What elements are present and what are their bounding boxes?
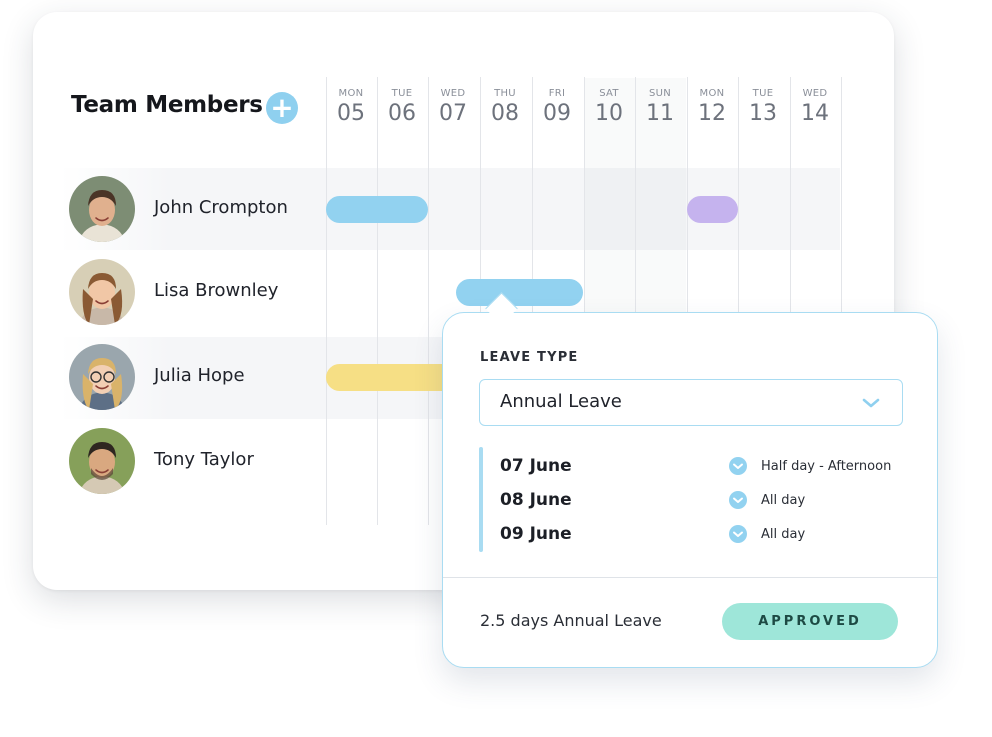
chevron-check-icon[interactable] — [729, 525, 747, 543]
day-name: TUE — [391, 88, 413, 99]
member-name[interactable]: Tony Taylor — [154, 449, 254, 470]
day-number: 08 — [491, 101, 519, 126]
member-name[interactable]: Lisa Brownley — [154, 280, 278, 301]
avatar[interactable] — [69, 176, 135, 242]
day-number: 11 — [646, 101, 674, 126]
team-members-title: Team Members — [71, 92, 263, 118]
day-header[interactable]: WED 07 — [428, 88, 478, 126]
leave-date: 09 June — [500, 524, 572, 544]
day-name: SAT — [599, 88, 619, 99]
avatar[interactable] — [69, 259, 135, 325]
chevron-check-icon[interactable] — [729, 457, 747, 475]
day-number: 09 — [543, 101, 571, 126]
day-name: MON — [699, 88, 725, 99]
day-number: 10 — [595, 101, 623, 126]
add-member-button[interactable]: + — [266, 92, 298, 124]
chevron-down-icon — [862, 394, 880, 413]
member-name[interactable]: Julia Hope — [154, 365, 245, 386]
leave-date: 07 June — [500, 456, 572, 476]
day-header[interactable]: SAT 10 — [584, 88, 634, 126]
leave-type-value: Annual Leave — [500, 391, 622, 412]
chevron-check-icon[interactable] — [729, 491, 747, 509]
column-divider — [377, 77, 378, 525]
column-divider — [326, 77, 327, 525]
day-name: THU — [494, 88, 516, 99]
day-number: 14 — [801, 101, 829, 126]
day-header[interactable]: MON 12 — [687, 88, 737, 126]
column-divider — [428, 77, 429, 525]
day-number: 13 — [749, 101, 777, 126]
date-list-rail — [479, 447, 483, 552]
leave-summary: 2.5 days Annual Leave — [480, 611, 662, 630]
day-name: WED — [440, 88, 466, 99]
day-name: MON — [338, 88, 364, 99]
day-number: 05 — [337, 101, 365, 126]
day-number: 06 — [388, 101, 416, 126]
day-number: 07 — [439, 101, 467, 126]
avatar[interactable] — [69, 428, 135, 494]
day-name: SUN — [648, 88, 672, 99]
member-name[interactable]: John Crompton — [154, 197, 288, 218]
leave-duration[interactable]: Half day - Afternoon — [761, 459, 891, 474]
leave-bar[interactable] — [687, 196, 738, 223]
day-name: WED — [802, 88, 828, 99]
leave-bar[interactable] — [456, 279, 583, 306]
day-header[interactable]: TUE 06 — [377, 88, 427, 126]
avatar[interactable] — [69, 344, 135, 410]
leave-type-label: LEAVE TYPE — [480, 350, 579, 365]
leave-duration[interactable]: All day — [761, 527, 805, 542]
day-header[interactable]: THU 08 — [480, 88, 530, 126]
day-header[interactable]: TUE 13 — [738, 88, 788, 126]
leave-type-select[interactable]: Annual Leave — [479, 379, 903, 426]
plus-circle-icon: + — [270, 91, 294, 124]
leave-duration[interactable]: All day — [761, 493, 805, 508]
approved-status-badge: APPROVED — [722, 603, 898, 640]
day-number: 12 — [698, 101, 726, 126]
day-header[interactable]: WED 14 — [790, 88, 840, 126]
day-header[interactable]: SUN 11 — [635, 88, 685, 126]
day-name: TUE — [752, 88, 774, 99]
leave-date: 08 June — [500, 490, 572, 510]
day-header[interactable]: MON 05 — [326, 88, 376, 126]
popup-divider — [443, 577, 937, 578]
day-header[interactable]: FRI 09 — [532, 88, 582, 126]
day-name: FRI — [548, 88, 566, 99]
leave-bar[interactable] — [326, 196, 428, 223]
